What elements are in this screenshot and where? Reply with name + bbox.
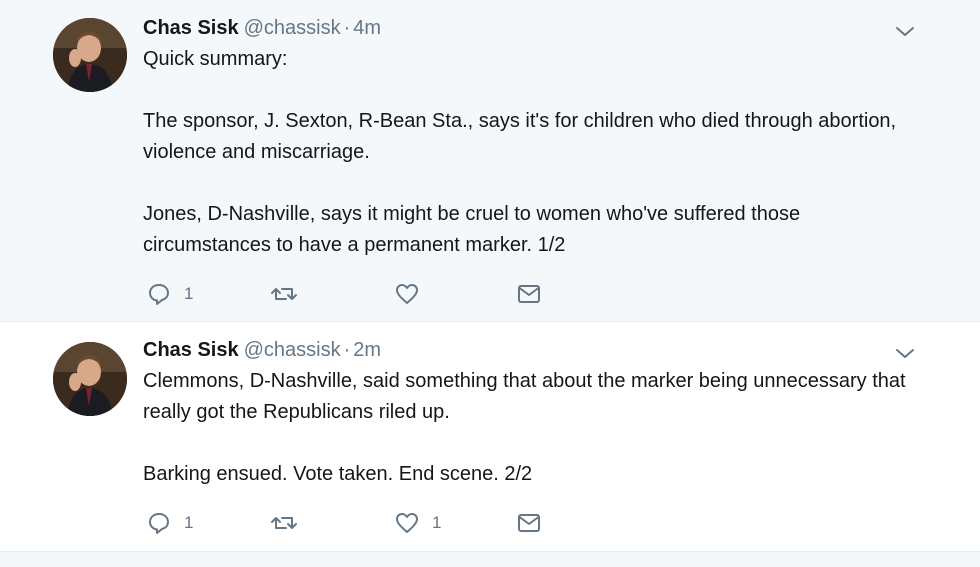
- reply-icon: [146, 510, 172, 536]
- retweet-icon: [270, 281, 298, 307]
- tweet-text: Quick summary: The sponsor, J. Sexton, R…: [143, 44, 933, 261]
- author-handle[interactable]: @chassisk: [244, 339, 341, 361]
- envelope-icon: [516, 510, 542, 536]
- reply-count: 1: [184, 513, 194, 532]
- tweet-paragraph: Jones, D-Nashville, says it might be cru…: [143, 203, 801, 256]
- tweet[interactable]: Chas Sisk @chassisk · 4m Quick summary: The…: [0, 0, 980, 321]
- tweet[interactable]: Chas Sisk @chassisk · 2m Clemmons, D-Nashvi…: [0, 321, 980, 552]
- tweet-paragraph: Barking ensued. Vote taken. End scene. 2…: [143, 463, 533, 485]
- separator-dot: ·: [343, 17, 351, 39]
- timeline-divider: [0, 551, 980, 567]
- reply-count: 1: [184, 284, 194, 303]
- separator-dot: ·: [343, 339, 351, 361]
- tweet-header: Chas Sisk @chassisk · 2m: [143, 337, 381, 363]
- author-handle[interactable]: @chassisk: [244, 17, 341, 39]
- tweet-actions: 1: [146, 281, 566, 307]
- retweet-button[interactable]: [270, 281, 310, 307]
- like-button[interactable]: 1: [394, 510, 441, 536]
- tweet-header: Chas Sisk @chassisk · 4m: [143, 15, 381, 41]
- reply-button[interactable]: 1: [146, 510, 193, 536]
- timestamp[interactable]: 4m: [353, 17, 381, 39]
- envelope-icon: [516, 281, 542, 307]
- like-count: 1: [432, 513, 442, 532]
- timestamp[interactable]: 2m: [353, 339, 381, 361]
- tweet-actions: 1 1: [146, 510, 566, 536]
- heart-icon: [394, 281, 420, 307]
- heart-icon: [394, 510, 420, 536]
- retweet-button[interactable]: [270, 510, 310, 536]
- tweet-paragraph: Quick summary:: [143, 48, 288, 70]
- tweet-paragraph: The sponsor, J. Sexton, R-Bean Sta., say…: [143, 110, 897, 163]
- direct-message-button[interactable]: [516, 281, 542, 307]
- retweet-icon: [270, 510, 298, 536]
- reply-button[interactable]: 1: [146, 281, 193, 307]
- chevron-down-icon[interactable]: [894, 342, 916, 364]
- chevron-down-icon[interactable]: [894, 20, 916, 42]
- avatar[interactable]: [53, 18, 127, 92]
- direct-message-button[interactable]: [516, 510, 542, 536]
- author-name[interactable]: Chas Sisk: [143, 17, 239, 39]
- tweet-paragraph: Clemmons, D-Nashville, said something th…: [143, 370, 906, 423]
- like-button[interactable]: [394, 281, 432, 307]
- reply-icon: [146, 281, 172, 307]
- author-name[interactable]: Chas Sisk: [143, 339, 239, 361]
- avatar[interactable]: [53, 342, 127, 416]
- tweet-text: Clemmons, D-Nashville, said something th…: [143, 366, 933, 490]
